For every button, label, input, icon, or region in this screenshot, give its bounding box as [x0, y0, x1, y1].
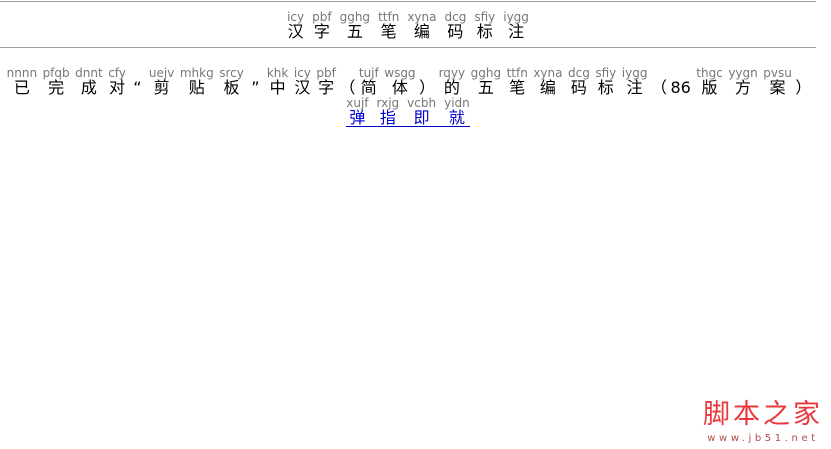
- result-unit: gghg 五: [471, 66, 501, 96]
- hanzi-char: 码: [447, 22, 464, 41]
- result-unit: srcy 板: [219, 66, 244, 96]
- link-unit[interactable]: yidn 就: [436, 96, 470, 127]
- hanzi-char: 成: [80, 78, 97, 97]
- hanzi-char: 案: [769, 78, 786, 97]
- link-char[interactable]: 即: [414, 110, 430, 126]
- result-unit: wsgg 体: [384, 66, 415, 96]
- hanzi-char: 版: [701, 78, 718, 97]
- link-char[interactable]: 弹: [349, 110, 365, 126]
- punctuation-unit: （: [650, 78, 667, 97]
- punctuation-unit: ）: [795, 78, 812, 97]
- punctuation-unit: ”: [249, 80, 261, 96]
- hanzi-char: 汉: [287, 22, 304, 41]
- result-unit: dcg 码: [568, 66, 590, 96]
- hanzi-char: 标: [476, 22, 493, 41]
- result-unit: khk 中: [267, 66, 289, 96]
- hanzi-char: 码: [570, 78, 587, 97]
- result-unit: xyna 编: [533, 66, 562, 96]
- hanzi-char: 字: [313, 22, 330, 41]
- result-unit: sfiy 标: [595, 66, 616, 96]
- hanzi-char: 编: [413, 22, 430, 41]
- hanzi-char: 中: [269, 78, 286, 97]
- result-unit: iygg 注: [622, 66, 648, 96]
- hanzi-char: 已: [13, 78, 30, 97]
- hanzi-char: 对: [109, 78, 126, 97]
- result-unit: ttfn 笔: [507, 66, 528, 96]
- link-row: xujf 弹 rxjg 指 vcbh 即 yidn 就: [0, 96, 816, 127]
- hanzi-char: 五: [346, 22, 363, 41]
- punctuation: “: [133, 78, 142, 97]
- hanzi-char: 字: [318, 78, 335, 97]
- link-char[interactable]: 就: [449, 110, 465, 126]
- title-unit: icy 汉: [287, 10, 304, 40]
- hanzi-char: 注: [626, 78, 643, 97]
- hanzi-char: 板: [223, 78, 240, 97]
- hanzi-char: 完: [48, 78, 65, 97]
- title-unit: ttfn 笔: [378, 10, 399, 40]
- result-unit: rqyy 的: [439, 66, 466, 96]
- result-unit: dnnt 成: [75, 66, 103, 96]
- version-number: 86: [670, 78, 691, 97]
- page-title: icy 汉 pbf 字 gghg 五 ttfn 笔 xyna 编 dcg 码 sfiy 标 i…: [0, 10, 816, 40]
- hanzi-char: 体: [391, 78, 408, 97]
- result-unit: nnnn 已: [7, 66, 37, 96]
- title-unit: sfiy 标: [474, 10, 495, 40]
- logo-name: 脚本之家: [703, 399, 823, 430]
- hanzi-char: 的: [443, 78, 460, 97]
- hanzi-char: 编: [539, 78, 556, 97]
- hanzi-char: 剪: [153, 78, 170, 97]
- punctuation: （: [650, 78, 667, 97]
- result-unit: yygn 方: [728, 66, 757, 96]
- title-unit: dcg 码: [444, 10, 466, 40]
- punctuation: ）: [419, 78, 436, 97]
- title-unit: gghg 五: [340, 10, 370, 40]
- title-unit: pbf 字: [312, 10, 331, 40]
- link-unit[interactable]: vcbh 即: [399, 96, 437, 127]
- result-unit: cfy 对: [108, 66, 126, 96]
- title-unit: iygg 注: [503, 10, 529, 40]
- punctuation: ）: [795, 78, 812, 97]
- title-unit: xyna 编: [407, 10, 436, 40]
- result-unit: pbf 字: [316, 66, 335, 96]
- result-unit: pvsu 案: [763, 66, 792, 96]
- punctuation-unit: “: [131, 80, 143, 96]
- link-unit[interactable]: xujf 弹: [346, 96, 369, 127]
- hanzi-char: 简: [360, 78, 377, 97]
- plain-text-unit: 86: [670, 80, 690, 96]
- hanzi-char: 注: [508, 22, 525, 41]
- hanzi-char: 贴: [188, 78, 205, 97]
- result-unit: thgc 版: [696, 66, 723, 96]
- result-unit: tujf 简: [359, 66, 379, 96]
- top-rule: [0, 1, 816, 2]
- punctuation-unit: ）: [419, 78, 436, 97]
- hanzi-char: 汉: [294, 78, 311, 97]
- logo-url: www.jb51.net: [707, 433, 819, 444]
- punctuation-unit: （: [339, 78, 356, 97]
- page: icy 汉 pbf 字 gghg 五 ttfn 笔 xyna 编 dcg 码 sfiy 标 i…: [0, 1, 816, 127]
- hanzi-char: 笔: [380, 22, 397, 41]
- punctuation: （: [339, 78, 356, 97]
- result-sentence: nnnn 已 pfqb 完 dnnt 成 cfy 对 “ uejv 剪 mhkg 贴 src…: [0, 66, 816, 96]
- result-unit: icy 汉: [294, 66, 311, 96]
- hanzi-char: 笔: [509, 78, 526, 97]
- instant-link[interactable]: xujf 弹 rxjg 指 vcbh 即 yidn 就: [346, 96, 470, 127]
- result-unit: pfqb 完: [43, 66, 70, 96]
- site-logo: 脚本之家 www.jb51.net: [701, 400, 825, 445]
- hanzi-char: 方: [735, 78, 752, 97]
- punctuation: ”: [251, 78, 260, 97]
- result-unit: uejv 剪: [149, 66, 174, 96]
- hanzi-char: 五: [477, 78, 494, 97]
- link-char[interactable]: 指: [380, 110, 396, 126]
- link-unit[interactable]: rxjg 指: [368, 96, 400, 127]
- divider-rule: [0, 47, 816, 48]
- result-unit: mhkg 贴: [180, 66, 214, 96]
- hanzi-char: 标: [597, 78, 614, 97]
